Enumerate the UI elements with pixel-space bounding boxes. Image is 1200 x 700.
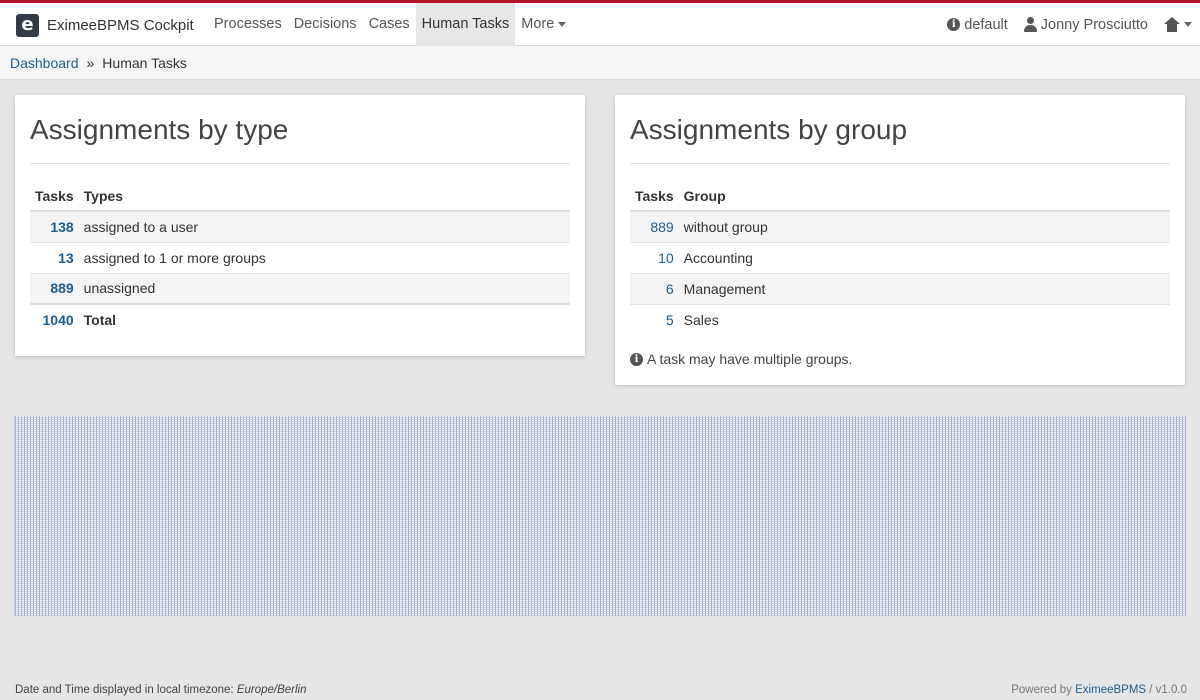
nav-human-tasks[interactable]: Human Tasks	[415, 3, 516, 46]
caret-down-icon	[1184, 22, 1192, 27]
task-count-link[interactable]: 6	[666, 281, 674, 297]
nav-decisions[interactable]: Decisions	[288, 3, 363, 46]
total-label: Total	[78, 303, 570, 335]
task-count-link[interactable]: 138	[50, 219, 73, 235]
table-row: 10 Accounting	[630, 241, 1170, 273]
engine-label: default	[964, 16, 1008, 33]
user-icon	[1023, 17, 1037, 32]
footer: Date and Time displayed in local timezon…	[0, 680, 1200, 700]
caret-down-icon	[558, 21, 567, 27]
multiple-groups-note: i A task may have multiple groups.	[630, 351, 1170, 367]
user-name: Jonny Prosciutto	[1040, 16, 1148, 33]
col-tasks-header: Tasks	[30, 181, 79, 212]
table-row: 138 assigned to a user	[30, 210, 570, 242]
nav-right: i default Jonny Prosciutto	[931, 3, 1192, 46]
brand[interactable]: e EximeeBPMS Cockpit	[16, 12, 194, 38]
by-type-table: Tasks Types 138 assigned to a user 13 as…	[30, 181, 570, 335]
panel-title-by-type: Assignments by type	[30, 95, 570, 164]
group-label: Management	[678, 272, 1170, 304]
timezone-prefix: Date and Time displayed in local timezon…	[15, 684, 237, 696]
assignments-by-group-panel: Assignments by group Tasks Group 889 wit…	[615, 95, 1185, 385]
col-group-header: Group	[678, 181, 1170, 212]
type-label: assigned to a user	[78, 210, 570, 242]
by-group-table: Tasks Group 889 without group 10 Account…	[630, 181, 1170, 335]
timezone-value: Europe/Berlin	[236, 684, 307, 696]
table-row: 5 Sales	[630, 303, 1170, 335]
breadcrumb-current: Human Tasks	[102, 55, 187, 71]
powered-by-link[interactable]: EximeeBPMS	[1075, 684, 1146, 696]
group-label: Accounting	[678, 241, 1170, 273]
nav-processes[interactable]: Processes	[208, 3, 288, 46]
panel-title-by-group: Assignments by group	[630, 95, 1170, 164]
task-count-link[interactable]: 889	[650, 219, 673, 235]
type-label: unassigned	[78, 272, 570, 304]
task-count-link[interactable]: 10	[658, 250, 674, 266]
col-types-header: Types	[78, 181, 570, 212]
table-row: 889 without group	[630, 210, 1170, 242]
breadcrumb-dashboard-link[interactable]: Dashboard	[10, 55, 79, 71]
engine-selector[interactable]: i default	[947, 17, 1008, 33]
nav-more-label: More	[521, 16, 555, 32]
group-label: Sales	[678, 303, 1170, 335]
task-count-link[interactable]: 1040	[43, 312, 74, 328]
home-icon	[1164, 17, 1180, 32]
brand-logo-icon: e	[16, 13, 39, 37]
nav-cases[interactable]: Cases	[363, 3, 416, 46]
col-tasks-header: Tasks	[630, 181, 679, 212]
powered-by: Powered by EximeeBPMS / v1.0.0	[1011, 680, 1187, 700]
top-navbar: e EximeeBPMS Cockpit Processes Decisions…	[0, 0, 1200, 46]
table-row: 889 unassigned	[30, 272, 570, 304]
task-count-link[interactable]: 889	[50, 280, 73, 296]
table-row: 13 assigned to 1 or more groups	[30, 241, 570, 273]
info-icon: i	[630, 352, 643, 366]
table-row: 6 Management	[630, 272, 1170, 304]
breadcrumb-separator: »	[86, 55, 95, 71]
brand-name: EximeeBPMS Cockpit	[47, 16, 194, 34]
assignments-by-type-panel: Assignments by type Tasks Types 138 assi…	[15, 95, 585, 356]
user-menu[interactable]: Jonny Prosciutto	[1023, 16, 1148, 33]
timezone-info: Date and Time displayed in local timezon…	[15, 680, 307, 700]
breadcrumb: Dashboard » Human Tasks	[0, 46, 1200, 80]
nav-more-dropdown[interactable]: More	[515, 3, 572, 46]
chart-canvas-area	[14, 416, 1186, 616]
table-row-total: 1040 Total	[30, 303, 570, 335]
type-label: assigned to 1 or more groups	[78, 241, 570, 273]
group-label: without group	[678, 210, 1170, 242]
task-count-link[interactable]: 13	[58, 250, 74, 266]
info-icon: i	[947, 18, 961, 31]
home-menu[interactable]	[1164, 17, 1192, 32]
task-count-link[interactable]: 5	[666, 312, 674, 328]
note-text: A task may have multiple groups.	[647, 351, 853, 367]
main-nav: Processes Decisions Cases Human Tasks Mo…	[208, 3, 572, 46]
version-label: / v1.0.0	[1146, 684, 1187, 696]
powered-prefix: Powered by	[1011, 684, 1076, 696]
